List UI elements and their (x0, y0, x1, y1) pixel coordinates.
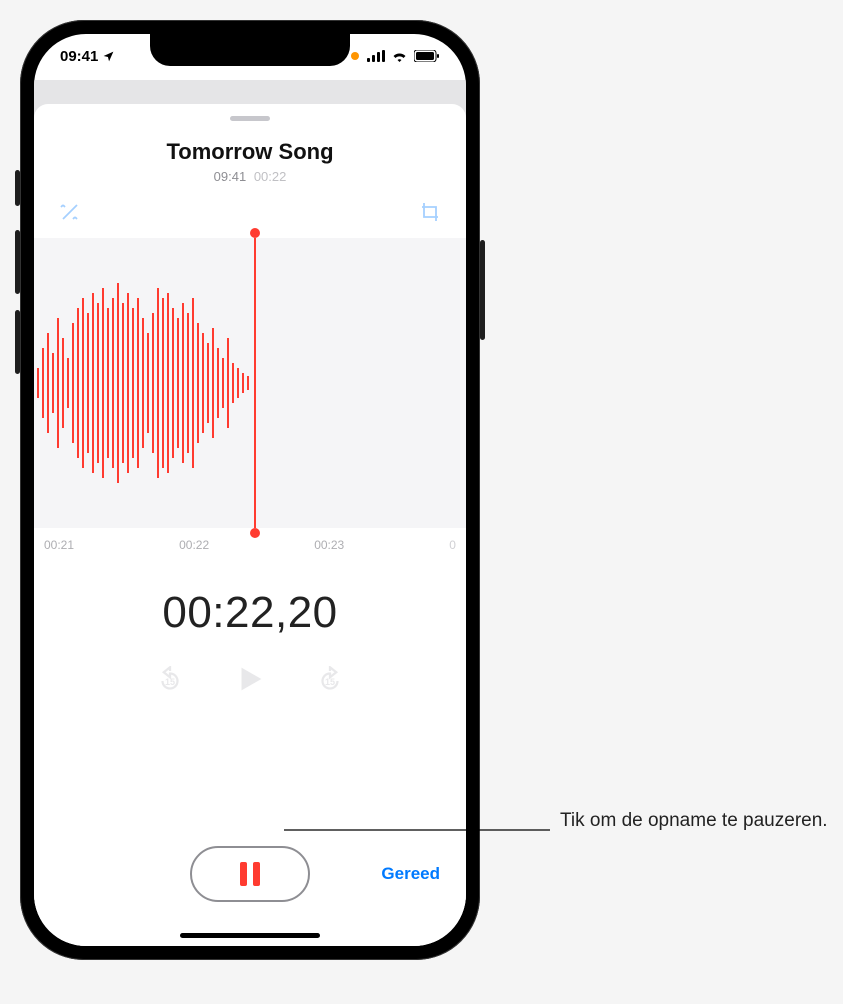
recording-title: Tomorrow Song (34, 139, 466, 165)
playback-controls: 15 15 (34, 662, 466, 701)
recording-sheet: Tomorrow Song 09:41 00:22 (34, 104, 466, 946)
pause-record-button[interactable] (190, 846, 310, 902)
sheet-backdrop: Tomorrow Song 09:41 00:22 (34, 80, 466, 946)
recording-indicator-dot (351, 52, 359, 60)
skip-fwd-label: 15 (325, 677, 335, 687)
playhead-handle-bottom[interactable] (250, 528, 260, 538)
waveform (34, 238, 264, 528)
pause-icon (240, 862, 260, 886)
skip-back-button[interactable]: 15 (155, 666, 185, 698)
home-indicator[interactable] (180, 933, 320, 938)
screen: 09:41 (34, 34, 466, 946)
location-icon (102, 50, 115, 63)
elapsed-time: 00:22,20 (34, 588, 466, 638)
volume-down-button (15, 310, 20, 374)
skip-back-label: 15 (165, 677, 175, 687)
timeline-tick: 00:22 (179, 538, 209, 552)
mute-switch (15, 170, 20, 206)
waveform-area[interactable] (34, 238, 466, 528)
enhance-icon[interactable] (56, 198, 84, 226)
timeline-tick: 00:23 (314, 538, 344, 552)
playhead[interactable] (254, 228, 256, 538)
battery-icon (414, 50, 440, 62)
playhead-line (254, 238, 256, 528)
done-button[interactable]: Gereed (381, 864, 440, 884)
play-button[interactable] (233, 662, 267, 701)
status-time: 09:41 (60, 48, 98, 65)
cellular-icon (367, 50, 385, 62)
recording-duration: 00:22 (254, 169, 287, 184)
trim-icon[interactable] (416, 198, 444, 226)
recording-start-time: 09:41 (214, 169, 247, 184)
skip-forward-button[interactable]: 15 (315, 666, 345, 698)
volume-up-button (15, 230, 20, 294)
wifi-icon (391, 50, 408, 62)
callout-text: Tik om de opname te pauzeren. (560, 808, 828, 834)
recording-subtitle: 09:41 00:22 (34, 169, 466, 184)
timeline-tick: 00:21 (44, 538, 74, 552)
sheet-grabber[interactable] (230, 116, 270, 121)
timeline-tick: 0 (449, 538, 456, 552)
playhead-handle-top[interactable] (250, 228, 260, 238)
power-button (480, 240, 485, 340)
phone-frame: 09:41 (20, 20, 480, 960)
notch (150, 34, 350, 66)
